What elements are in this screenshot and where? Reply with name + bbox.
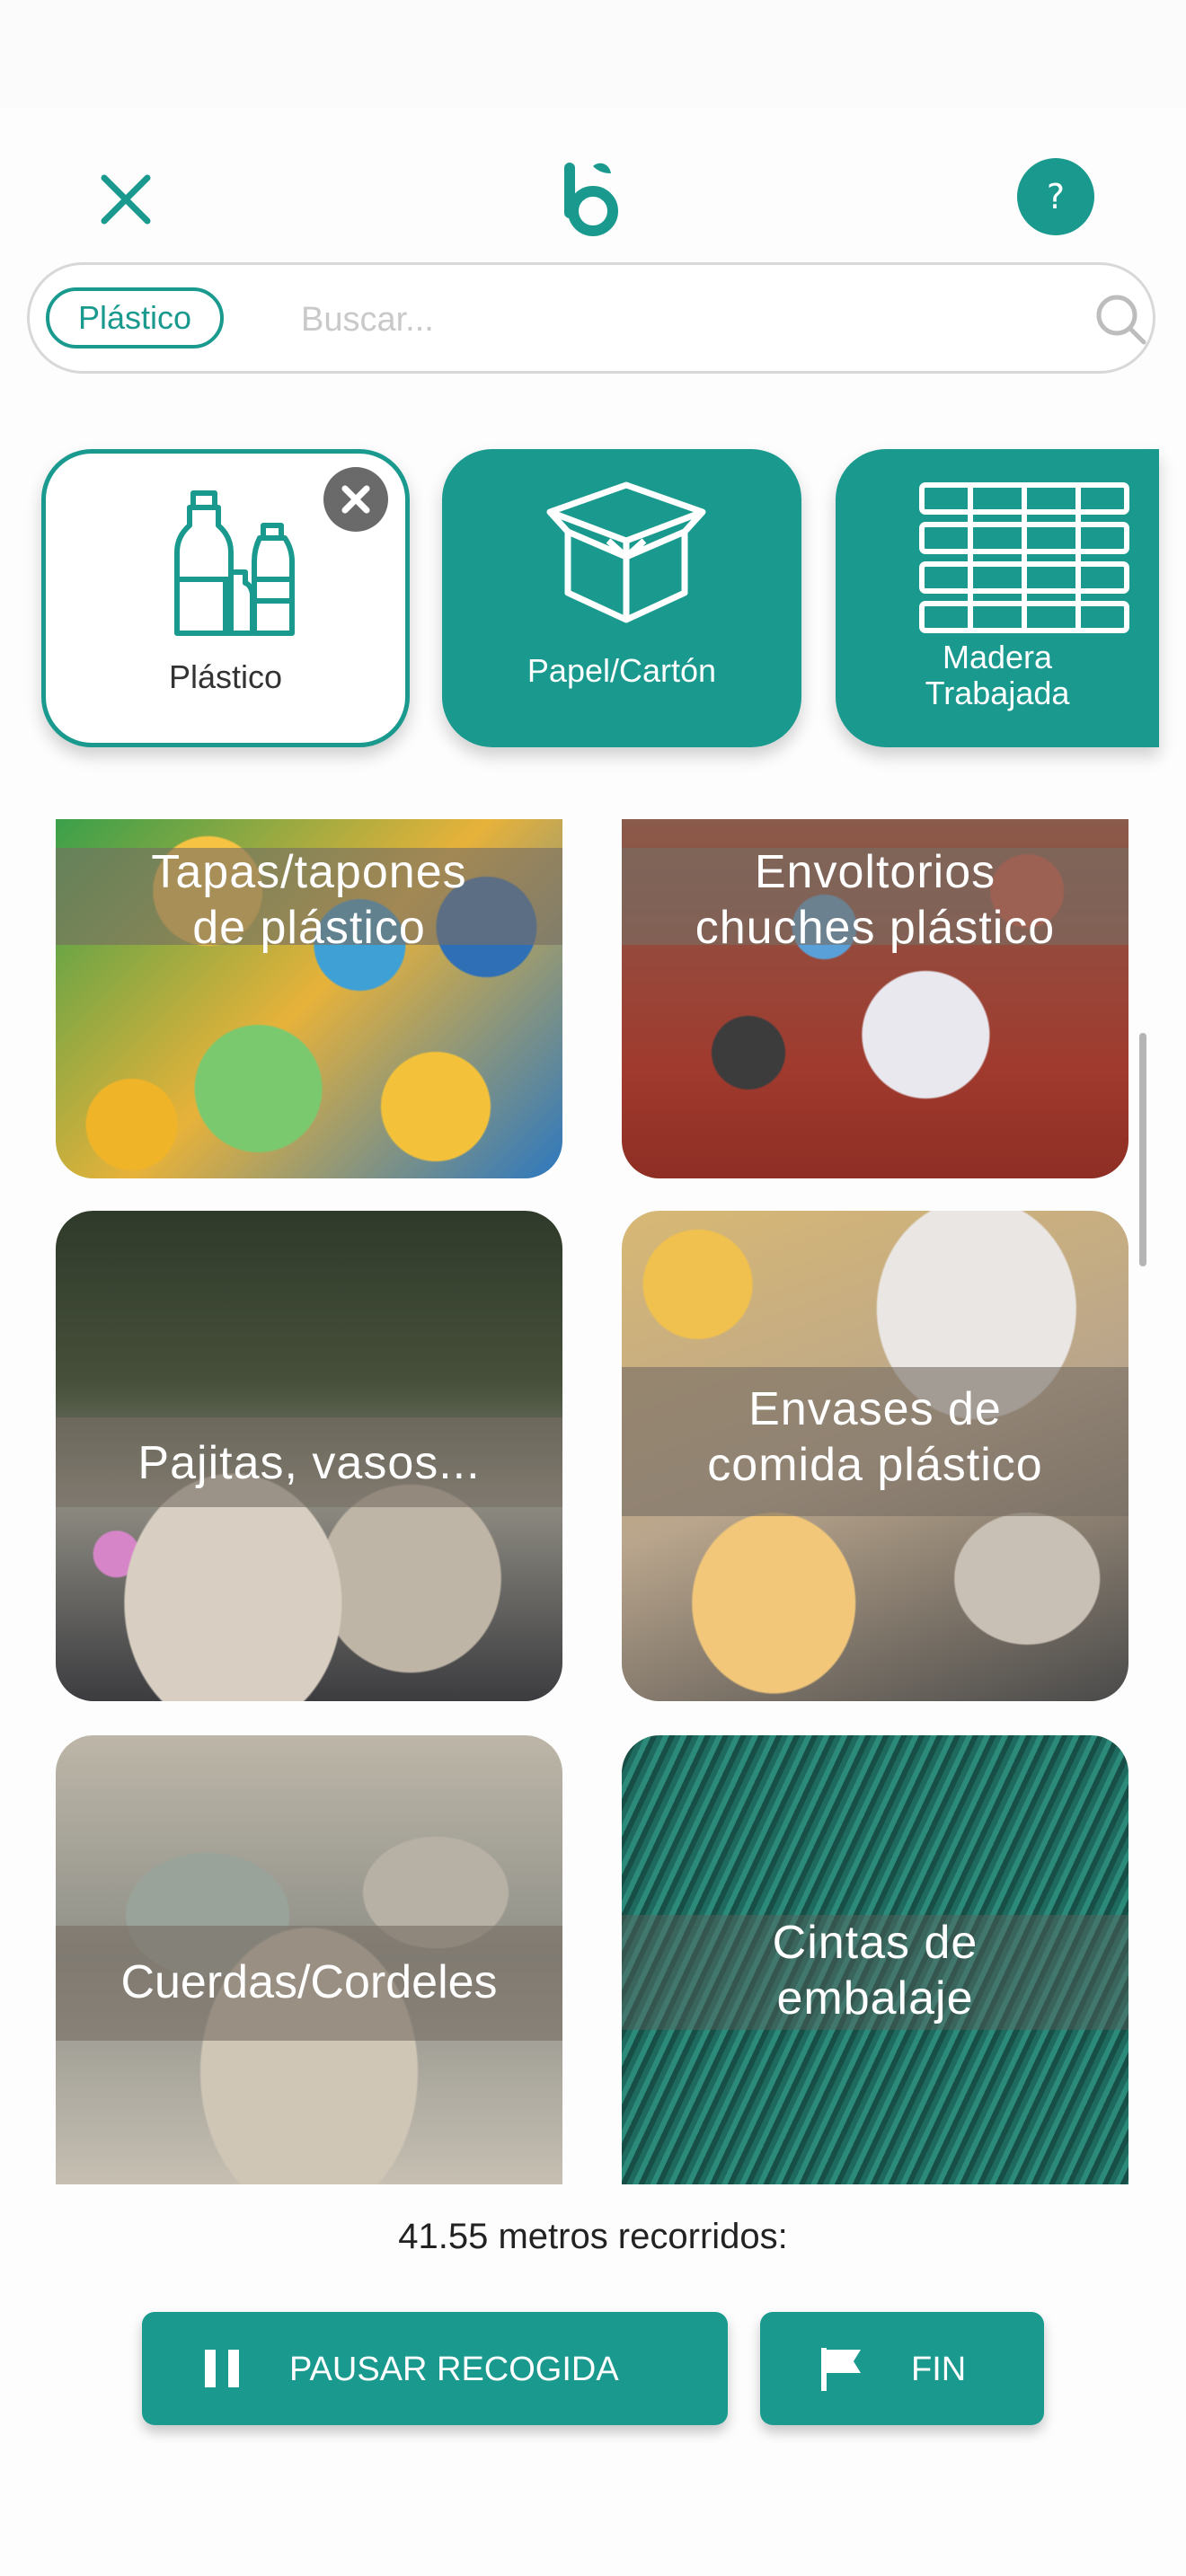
tile-label-line2: embalaje	[776, 1972, 974, 2025]
tile-label: Tapas/tapones de plástico	[56, 844, 562, 956]
tile-label: Pajitas, vasos...	[56, 1435, 562, 1491]
tile-label-line1: Envoltorios	[754, 846, 996, 898]
item-tile-pajitas[interactable]: Pajitas, vasos...	[56, 1211, 562, 1701]
search-input[interactable]	[299, 292, 1058, 348]
box-icon	[546, 481, 706, 623]
filter-chip[interactable]: Plástico	[46, 287, 225, 348]
tile-label: Envoltorios chuches plástico	[622, 844, 1128, 956]
pallet-icon	[919, 482, 1129, 633]
tile-label: Cuerdas/Cordeles	[56, 1954, 562, 2010]
bottles-icon	[174, 490, 295, 636]
tile-label: Envases de comida plástico	[622, 1381, 1128, 1493]
tile-label-line1: Cintas de	[772, 1917, 978, 1969]
pause-collection-button[interactable]: PAUSAR RECOGIDA	[142, 2312, 728, 2425]
item-tile-envoltorios[interactable]: Envoltorios chuches plástico	[622, 819, 1128, 1178]
item-tile-tapas[interactable]: Tapas/tapones de plástico	[56, 819, 562, 1178]
tile-label-line2: chuches plástico	[695, 902, 1056, 954]
tile-label: Cintas de embalaje	[622, 1915, 1128, 2026]
item-tile-cuerdas[interactable]: Cuerdas/Cordeles	[56, 1735, 562, 2184]
end-label: FIN	[911, 2351, 967, 2388]
item-tile-cintas[interactable]: Cintas de embalaje	[622, 1735, 1128, 2184]
help-label: ?	[1046, 177, 1066, 216]
distance-text: 41.55 metros recorridos:	[398, 2217, 788, 2256]
pause-icon	[205, 2350, 239, 2387]
category-card-papel[interactable]: Papel/Cartón	[442, 449, 801, 747]
end-button[interactable]: FIN	[760, 2312, 1044, 2425]
search-bar[interactable]: Plástico	[27, 262, 1155, 374]
pause-label: PAUSAR RECOGIDA	[289, 2351, 619, 2388]
filter-chip-label: Plástico	[78, 299, 192, 336]
status-bar-area	[0, 0, 1186, 108]
category-card-madera[interactable]: Madera Trabajada	[836, 449, 1159, 747]
category-label: Madera Trabajada	[836, 640, 1159, 711]
tile-label-line2: de plástico	[192, 902, 426, 954]
scrollbar[interactable]	[1139, 1033, 1146, 1266]
tile-label-line1: Envases de	[748, 1383, 1002, 1435]
search-icon[interactable]	[1090, 288, 1153, 351]
app-logo-icon	[564, 163, 618, 236]
tile-label-line1: Cuerdas/Cordeles	[120, 1956, 498, 2008]
category-label-line1: Madera	[942, 639, 1053, 675]
category-label: Plástico	[168, 658, 283, 695]
app-logo	[557, 157, 629, 238]
item-tile-envases[interactable]: Envases de comida plástico	[622, 1211, 1128, 1701]
category-label-line2: Trabajada	[925, 675, 1070, 711]
tile-label-line1: Pajitas, vasos...	[137, 1437, 481, 1489]
close-icon	[101, 174, 151, 225]
close-icon	[341, 485, 370, 514]
remove-category-button[interactable]	[323, 467, 388, 532]
help-button[interactable]: ?	[1017, 158, 1094, 235]
flag-icon	[821, 2348, 861, 2391]
close-button[interactable]	[90, 163, 162, 235]
tile-label-line1: Tapas/tapones	[151, 846, 467, 898]
category-label: Papel/Cartón	[527, 652, 717, 689]
tile-label-line2: comida plástico	[707, 1439, 1043, 1491]
